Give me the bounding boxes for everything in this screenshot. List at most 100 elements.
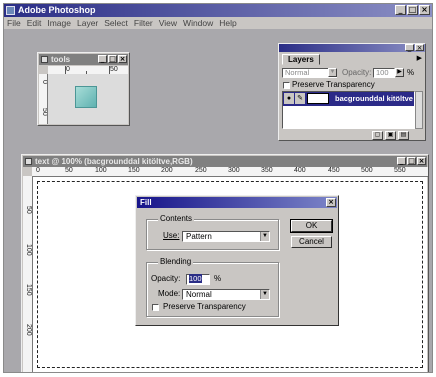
ruler-label: 50 <box>110 66 118 73</box>
layer-mask-icon[interactable]: ▢ <box>372 131 383 140</box>
layers-opacity-input[interactable]: 100 <box>373 68 395 78</box>
app-titlebar: Adobe Photoshop _ □ × <box>4 4 432 17</box>
ruler-label: 150 <box>128 167 140 174</box>
preserve-transparency-checkbox[interactable] <box>152 304 159 311</box>
mode-value: Normal <box>186 290 212 299</box>
ruler-tick <box>109 66 110 74</box>
trash-icon[interactable]: ▤ <box>398 131 409 140</box>
main-doc-close-button[interactable]: × <box>417 157 426 165</box>
layers-tab[interactable]: Layers <box>282 54 320 65</box>
ruler-label: 350 <box>261 167 273 174</box>
main-doc-title: text @ 100% (bacgrounddal kitöltve,RGB) <box>35 157 193 166</box>
layers-opacity-value: 100 <box>376 68 389 77</box>
close-button[interactable]: × <box>419 5 430 15</box>
new-layer-icon[interactable]: ▣ <box>385 131 396 140</box>
small-document-window[interactable]: tools _ □ × 0 50 0 50 <box>37 52 130 126</box>
ruler-label: 450 <box>328 167 340 174</box>
ruler-label: 100 <box>95 167 107 174</box>
use-value: Pattern <box>186 232 212 241</box>
layers-opacity-unit: % <box>407 68 415 77</box>
mode-label: Mode: <box>158 289 181 298</box>
brush-icon[interactable]: ✎ <box>295 93 305 104</box>
layers-preserve-label: Preserve Transparency <box>292 80 375 89</box>
app-title: Adobe Photoshop <box>18 5 96 15</box>
main-doc-minimize-button[interactable]: _ <box>397 157 406 165</box>
menu-bar: File Edit Image Layer Select Filter View… <box>4 17 432 29</box>
small-doc-titlebar[interactable]: tools _ □ × <box>39 54 128 65</box>
main-doc-horizontal-ruler: 0 50 100 150 200 250 300 350 400 450 500… <box>32 167 428 177</box>
opacity-input[interactable]: 100 <box>186 274 210 285</box>
document-icon <box>25 158 32 165</box>
ok-button[interactable]: OK <box>290 219 333 233</box>
blend-mode-value: Normal <box>285 68 310 77</box>
layer-thumbnail <box>307 93 329 104</box>
mode-select[interactable]: Normal ▼ <box>182 289 270 300</box>
use-select[interactable]: Pattern ▼ <box>182 231 270 242</box>
ruler-label: 50 <box>25 206 32 214</box>
document-icon <box>41 56 48 63</box>
layer-name: bacgrounddal kitöltve <box>335 94 413 103</box>
fill-dialog-titlebar[interactable]: Fill × <box>137 197 337 208</box>
layers-palette: _ × Layers ▶ Normal ▼ Opacity: 100 ▶ % P… <box>278 43 426 141</box>
main-doc-titlebar[interactable]: text @ 100% (bacgrounddal kitöltve,RGB) … <box>23 156 427 167</box>
layers-opacity-label: Opacity: <box>342 68 372 77</box>
ruler-label: 0 <box>41 80 48 84</box>
workspace: tools _ □ × 0 50 0 50 _ × Layers ▶ Norma… <box>4 29 432 372</box>
layers-opacity-arrow-icon[interactable]: ▶ <box>395 68 404 77</box>
palette-menu-arrow-icon[interactable]: ▶ <box>417 55 422 63</box>
layer-row[interactable]: ● ✎ bacgrounddal kitöltve <box>283 92 414 106</box>
contents-group-label: Contents <box>158 214 195 223</box>
layers-preserve-checkbox[interactable] <box>283 82 290 89</box>
menu-help[interactable]: Help <box>219 17 236 29</box>
small-doc-close-button[interactable]: × <box>118 55 127 63</box>
layer-list-scrollbar[interactable] <box>415 91 423 129</box>
ruler-label: 50 <box>65 167 73 174</box>
cancel-button[interactable]: Cancel <box>291 236 332 248</box>
ruler-label: 100 <box>25 244 32 256</box>
opacity-value: 100 <box>189 274 202 283</box>
ruler-label: 50 <box>41 108 48 116</box>
layer-list: ● ✎ bacgrounddal kitöltve <box>282 91 415 129</box>
menu-layer[interactable]: Layer <box>77 17 98 29</box>
small-doc-maximize-button[interactable]: □ <box>108 55 117 63</box>
minimize-button[interactable]: _ <box>395 5 406 15</box>
main-doc-maximize-button[interactable]: □ <box>407 157 416 165</box>
menu-view[interactable]: View <box>159 17 177 29</box>
small-doc-minimize-button[interactable]: _ <box>98 55 107 63</box>
preserve-transparency-label: Preserve Transparency <box>163 302 246 311</box>
menu-window[interactable]: Window <box>183 17 213 29</box>
fill-dialog-title: Fill <box>140 198 152 207</box>
palette-minimize-button[interactable]: _ <box>405 44 414 52</box>
menu-filter[interactable]: Filter <box>134 17 153 29</box>
ruler-label: 200 <box>161 167 173 174</box>
menu-select[interactable]: Select <box>104 17 128 29</box>
mode-dropdown-arrow-icon[interactable]: ▼ <box>260 290 269 299</box>
ruler-label: 150 <box>25 284 32 296</box>
photoshop-window: Adobe Photoshop _ □ × File Edit Image La… <box>3 3 433 373</box>
maximize-button[interactable]: □ <box>407 5 418 15</box>
menu-edit[interactable]: Edit <box>27 17 42 29</box>
small-doc-vertical-ruler: 0 50 <box>39 74 48 124</box>
ruler-label: 400 <box>294 167 306 174</box>
menu-file[interactable]: File <box>7 17 21 29</box>
photoshop-logo-icon <box>6 6 15 15</box>
blending-group-label: Blending <box>158 257 194 266</box>
fill-dialog-close-button[interactable]: × <box>326 198 336 207</box>
teal-square-shape <box>75 86 97 108</box>
ruler-label: 0 <box>36 167 40 174</box>
blend-mode-select[interactable]: Normal ▼ <box>282 68 337 78</box>
palette-close-button[interactable]: × <box>415 44 424 52</box>
ruler-label: 200 <box>25 324 32 336</box>
ruler-label: 300 <box>228 167 240 174</box>
ruler-label: 500 <box>361 167 373 174</box>
ruler-label: 550 <box>394 167 406 174</box>
opacity-unit: % <box>214 274 222 283</box>
main-doc-vertical-ruler: 50 100 150 200 <box>23 176 33 372</box>
eye-visibility-icon[interactable]: ● <box>284 93 294 104</box>
menu-image[interactable]: Image <box>47 17 71 29</box>
small-doc-canvas[interactable] <box>48 74 128 124</box>
blend-mode-dropdown-arrow-icon[interactable]: ▼ <box>328 68 337 77</box>
layers-palette-titlebar[interactable]: _ × <box>279 44 425 52</box>
ruler-tick <box>65 66 66 74</box>
use-dropdown-arrow-icon[interactable]: ▼ <box>260 232 269 241</box>
